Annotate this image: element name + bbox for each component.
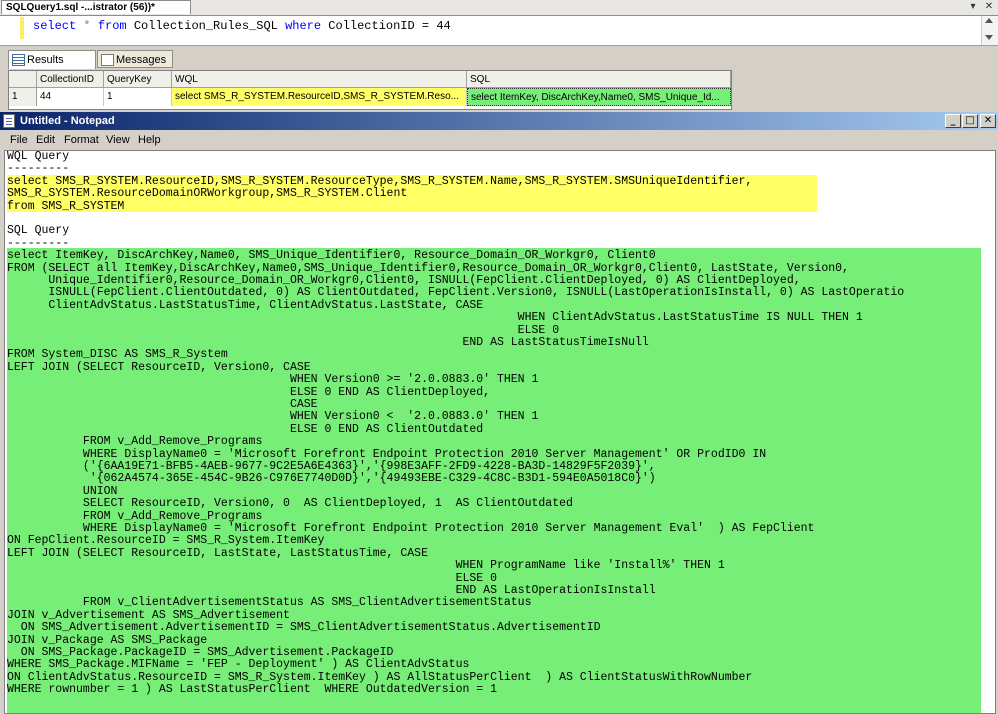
cell-collectionid[interactable]: 44 [37,88,104,106]
notepad-icon[interactable] [3,114,15,128]
text-line: FROM System_DISC AS SMS_R_System [7,348,228,362]
col-header-collectionid[interactable]: CollectionID [37,71,104,88]
cell-querykey[interactable]: 1 [104,88,172,106]
text-line: FROM v_Add_Remove_Programs [7,435,263,449]
notepad-menubar: File Edit Format View Help [0,131,998,149]
minimize-button[interactable]: _ [945,114,961,128]
text-line: '{062A4574-365E-454C-9B26-C976E7740D0D}'… [7,472,656,486]
notepad-title: Untitled - Notepad [20,115,115,127]
text-line: WHEN ClientAdvStatus.LastStatusTime IS N… [7,311,863,325]
menu-help[interactable]: Help [138,133,161,147]
menu-edit[interactable]: Edit [36,133,55,147]
kw-select: select [33,19,77,33]
text-line: --------- [7,162,70,176]
notepad-titlebar[interactable]: Untitled - Notepad _ □ ✕ [0,112,998,130]
col-header-sql[interactable]: SQL [467,71,731,88]
query-editor[interactable]: select * from Collection_Rules_SQL where… [0,16,998,46]
messages-icon [101,54,114,66]
notepad-text-area[interactable]: WQL Query --------- select SMS_R_SYSTEM.Re… [4,150,996,714]
maximize-icon: □ [965,115,975,126]
text-line: SELECT ResourceID, Version0, 0 AS Client… [7,497,573,511]
kw-from: from [97,19,127,33]
scroll-up-icon[interactable] [985,18,993,23]
close-icon: ✕ [983,115,993,126]
kw-star: * [83,19,91,33]
query-table: Collection_Rules_SQL [133,19,278,33]
tab-messages-label: Messages [116,54,167,66]
cell-sql[interactable]: select ItemKey, DiscArchKey,Name0, SMS_U… [467,88,731,106]
notepad-window: Untitled - Notepad _ □ ✕ File Edit Forma… [0,112,998,714]
text-line: ON FepClient.ResourceID = SMS_R_System.I… [7,534,325,548]
changed-line-marker [20,17,24,39]
text-line: WHEN ProgramName like 'Install%' THEN 1 [7,559,725,573]
results-grid[interactable]: CollectionID QueryKey WQL SQL 1 44 1 sel… [8,70,732,110]
query-condition: CollectionID = 44 [328,19,451,33]
text-line: ON SMS_Advertisement.AdvertisementID = S… [7,621,601,635]
kw-where: where [285,19,322,33]
tab-dropdown-icon[interactable]: ▾ [966,0,980,14]
query-tab-strip: SQLQuery1.sql -...istrator (56))* ▾ ✕ [0,0,998,16]
menu-file[interactable]: File [10,133,28,147]
col-header-wql[interactable]: WQL [172,71,467,88]
minimize-icon: _ [950,115,956,126]
tab-results-label: Results [27,54,64,66]
query-text[interactable]: select * from Collection_Rules_SQL where… [33,19,451,33]
tab-messages[interactable]: Messages [97,50,173,68]
text-line: SMS_R_SYSTEM.ResourceDomainORWorkgroup,S… [7,187,408,201]
tab-close-icon[interactable]: ✕ [982,0,996,14]
close-button[interactable]: ✕ [980,114,996,128]
menu-view[interactable]: View [106,133,130,147]
row-number[interactable]: 1 [9,88,37,106]
editor-scrollbar[interactable] [981,16,998,45]
text-line: select ItemKey, DiscArchKey,Name0, SMS_U… [7,249,656,263]
scroll-down-icon[interactable] [985,35,993,40]
menu-format[interactable]: Format [64,133,99,147]
text-line: WHEN Version0 < '2.0.0883.0' THEN 1 [7,410,539,424]
text-line: FROM v_ClientAdvertisementStatus AS SMS_… [7,596,532,610]
col-header-querykey[interactable]: QueryKey [104,71,172,88]
text-line: SQL Query [7,224,70,238]
text-line: WHERE rownumber = 1 ) AS LastStatusPerCl… [7,683,497,697]
text-line: from SMS_R_SYSTEM [7,199,125,213]
maximize-button[interactable]: □ [962,114,978,128]
text-line: WHEN Version0 >= '2.0.0883.0' THEN 1 [7,373,539,387]
row-header-corner [9,71,37,88]
text-line: WHERE SMS_Package.MIFName = 'FEP - Deplo… [7,658,470,672]
text-line: ISNULL(FepClient.ClientOutdated, 0) AS C… [7,286,905,300]
results-pane: Results Messages CollectionID QueryKey W… [0,46,998,112]
tab-results[interactable]: Results [8,50,96,69]
query-tab[interactable]: SQLQuery1.sql -...istrator (56))* [1,0,191,14]
cell-wql[interactable]: select SMS_R_SYSTEM.ResourceID,SMS_R_SYS… [172,88,467,106]
grid-icon [12,54,25,66]
